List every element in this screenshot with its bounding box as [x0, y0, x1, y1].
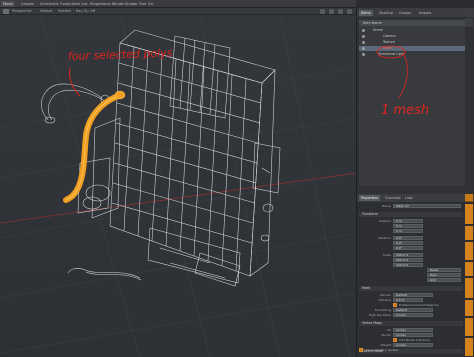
name-field[interactable]: Mesh (2) [393, 204, 461, 208]
position-y[interactable]: 0 m [393, 224, 423, 228]
right-panel: Items Shading Groups Images Item Name Sc… [356, 8, 474, 357]
annotation-right-layer: 1 mesh [376, 45, 429, 118]
live-update-checkbox[interactable] [359, 348, 363, 352]
top-tab-bar: Modo Graphs Schematic Fusion Item List P… [0, 0, 356, 8]
properties-panel: Name Mesh (2) Transform Position 0 m 0 m… [357, 202, 474, 357]
dissolve-label: Dissolve [378, 298, 391, 302]
highres-label: High Res Mesh [368, 313, 391, 317]
side-tab-3[interactable] [465, 226, 473, 240]
x-axis-line [0, 172, 356, 224]
tab-progressive-render[interactable]: Progressive Render [88, 1, 127, 7]
weight-label: Weight [380, 343, 391, 347]
side-tab-9[interactable] [465, 338, 473, 356]
rotation-label: Rotation [378, 236, 391, 240]
tab-schematic-fusion[interactable]: Schematic Fusion [38, 1, 73, 7]
tab-modo[interactable]: Modo [1, 1, 15, 7]
add-button[interactable]: Add [427, 278, 461, 282]
morph-select[interactable]: (none) [393, 333, 433, 337]
tab-graphs[interactable]: Graphs [19, 1, 36, 7]
add-morph-checkbox[interactable] [393, 338, 397, 342]
render-select[interactable]: Default [393, 293, 433, 297]
annotation-right: 1 mesh [381, 103, 429, 118]
tab-groups[interactable]: Groups [397, 10, 413, 16]
side-tool-1[interactable] [465, 8, 473, 18]
zero-button[interactable]: Zero [427, 273, 461, 277]
ground-grid [0, 15, 356, 357]
dissolve-field[interactable]: 0.0 % [393, 298, 423, 302]
wireframe-mesh[interactable] [41, 29, 281, 287]
mesh-section[interactable]: Mesh [359, 286, 463, 291]
rotation-z[interactable]: 0.0° [393, 246, 423, 250]
item-list[interactable]: Scene Camera Texture Mesh Directional Li… [359, 26, 465, 186]
render-label: Render [380, 293, 391, 297]
position-label: Position [379, 219, 391, 223]
position-z[interactable]: 0 m [393, 229, 423, 233]
side-tab-2[interactable] [465, 204, 473, 224]
tab-items[interactable]: Items [359, 10, 373, 16]
tab-images[interactable]: Images [417, 10, 433, 16]
side-tab-5[interactable] [465, 262, 473, 276]
tab-lists[interactable]: Lists [403, 195, 415, 201]
reset-button[interactable]: Reset [427, 268, 461, 272]
scale-y[interactable]: 100.0 % [393, 258, 423, 262]
3d-viewport[interactable]: Perspective Default Shaded Ray GL: Off f… [0, 8, 356, 357]
uv-select[interactable]: (none) [393, 328, 433, 332]
tab-shading[interactable]: Shading [377, 10, 395, 16]
scale-x[interactable]: 100.0 % [393, 253, 423, 257]
scale-label: Scale [382, 253, 391, 257]
live-update-label: Use Geometry Update [365, 348, 399, 352]
side-tab-6[interactable] [465, 278, 473, 298]
smoothing-select[interactable]: Default [393, 308, 433, 312]
transform-section[interactable]: Transform [359, 212, 463, 217]
tab-shader-tree[interactable]: Shader Tree [123, 1, 148, 7]
properties-tab-bar: Properties Channels Lists [357, 194, 474, 202]
vertex-maps-section[interactable]: Vertex Maps [359, 321, 463, 326]
viewport-scene: four selected polys [0, 15, 356, 357]
side-tab-1[interactable] [465, 194, 473, 202]
tab-channels[interactable]: Channels [383, 195, 403, 201]
add-morph-label: Add Morph Influence [399, 338, 430, 342]
annotation-top: four selected polys [68, 46, 173, 97]
name-label: Name [382, 204, 391, 208]
side-tool-2[interactable] [465, 18, 473, 28]
svg-text:four selected polys: four selected polys [68, 46, 173, 63]
tab-item-list[interactable]: Item List [70, 1, 90, 7]
panel-tab-bar: Items Shading Groups Images [357, 8, 474, 17]
side-tab-4[interactable] [465, 242, 473, 260]
smoothing-label: Smoothing [374, 308, 391, 312]
morph-label: Morph [381, 333, 391, 337]
side-tab-7[interactable] [465, 300, 473, 316]
rotation-x[interactable]: 0.0° [393, 236, 423, 240]
enable-cmd-label: Enable Command Regions [399, 303, 439, 307]
weight-select[interactable]: (none) [393, 343, 433, 347]
scale-z[interactable]: 100.0 % [393, 263, 423, 267]
tab-dir[interactable]: Dir [146, 1, 155, 7]
uv-label: UV [386, 328, 391, 332]
side-tab-8[interactable] [465, 318, 473, 336]
highres-select[interactable]: (none) [393, 313, 433, 317]
rotation-y[interactable]: 0.0° [393, 241, 423, 245]
enable-cmd-checkbox[interactable] [393, 303, 397, 307]
tab-properties[interactable]: Properties [359, 195, 381, 201]
position-x[interactable]: 0 m [393, 219, 423, 223]
